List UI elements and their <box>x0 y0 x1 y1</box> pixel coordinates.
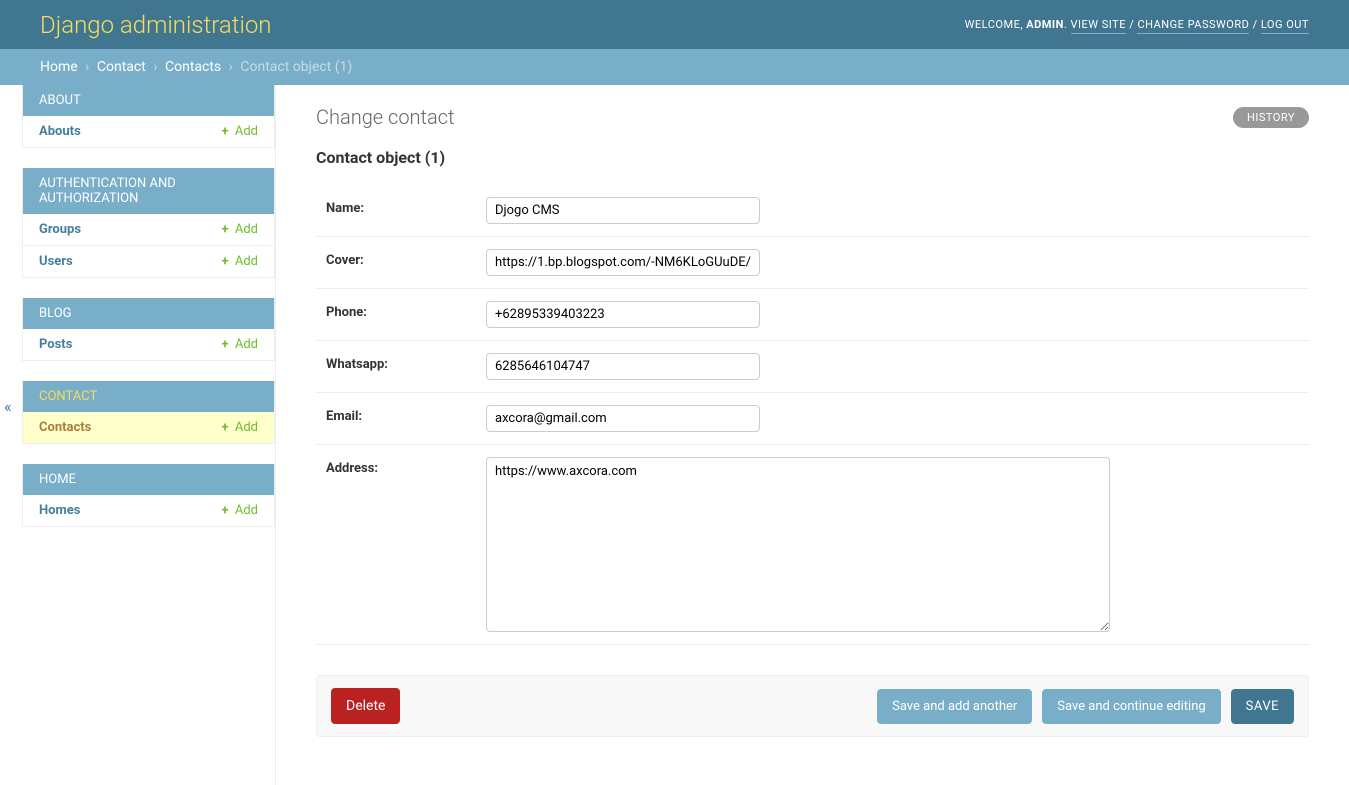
sidebar-item-posts: Posts + Add <box>23 329 274 360</box>
input-whatsapp[interactable] <box>486 353 760 380</box>
log-out-link[interactable]: LOG OUT <box>1261 18 1309 34</box>
sidebar-add-homes[interactable]: + Add <box>222 503 258 518</box>
welcome-text: WELCOME, <box>965 18 1023 31</box>
breadcrumb: Home › Contact › Contacts › Contact obje… <box>0 49 1349 85</box>
sidebar-add-abouts[interactable]: + Add <box>222 124 258 139</box>
content: Change contact HISTORY Contact object (1… <box>276 85 1349 785</box>
sidebar-add-posts[interactable]: + Add <box>222 337 258 352</box>
sidebar-add-contacts[interactable]: + Add <box>222 420 258 435</box>
input-name[interactable] <box>486 197 760 224</box>
sidebar-section-blog[interactable]: BLOG <box>23 298 274 329</box>
sidebar-item-groups: Groups + Add <box>23 214 274 246</box>
plus-icon: + <box>222 503 229 518</box>
sidebar-item-contacts: Contacts + Add <box>23 412 274 443</box>
sidebar-link-posts[interactable]: Posts <box>39 337 72 352</box>
sidebar-add-users[interactable]: + Add <box>222 254 258 269</box>
sidebar-link-contacts[interactable]: Contacts <box>39 420 91 435</box>
user-tools: WELCOME, ADMIN. VIEW SITE / CHANGE PASSW… <box>965 18 1309 31</box>
nav-sidebar: ABOUT Abouts + Add AUTHENTICATION AND AUTHO… <box>0 85 276 785</box>
save-button[interactable]: SAVE <box>1231 689 1294 724</box>
username: ADMIN <box>1026 18 1064 31</box>
save-continue-button[interactable]: Save and continue editing <box>1042 689 1220 724</box>
input-email[interactable] <box>486 405 760 432</box>
sidebar-link-users[interactable]: Users <box>39 254 73 269</box>
label-email: Email: <box>326 405 486 424</box>
object-title: Contact object (1) <box>316 148 1309 167</box>
sidebar-item-abouts: Abouts + Add <box>23 116 274 147</box>
plus-icon: + <box>222 420 229 435</box>
breadcrumb-current: Contact object (1) <box>240 59 352 75</box>
sidebar-add-groups[interactable]: + Add <box>222 222 258 237</box>
submit-row: Delete Save and add another Save and con… <box>316 675 1309 737</box>
toggle-sidebar-icon[interactable]: « <box>0 395 16 418</box>
sidebar-link-abouts[interactable]: Abouts <box>39 124 81 139</box>
save-add-another-button[interactable]: Save and add another <box>877 689 1032 724</box>
label-whatsapp: Whatsapp: <box>326 353 486 372</box>
label-name: Name: <box>326 197 486 216</box>
sidebar-item-homes: Homes + Add <box>23 495 274 526</box>
plus-icon: + <box>222 124 229 139</box>
sidebar-section-about[interactable]: ABOUT <box>23 85 274 116</box>
history-button[interactable]: HISTORY <box>1233 107 1309 128</box>
label-cover: Cover: <box>326 249 486 268</box>
sidebar-section-contact[interactable]: CONTACT <box>23 381 274 412</box>
change-password-link[interactable]: CHANGE PASSWORD <box>1137 18 1249 34</box>
sidebar-item-users: Users + Add <box>23 246 274 277</box>
label-address: Address: <box>326 457 486 476</box>
view-site-link[interactable]: VIEW SITE <box>1071 18 1126 34</box>
sidebar-link-homes[interactable]: Homes <box>39 503 80 518</box>
breadcrumb-model[interactable]: Contacts <box>165 59 221 75</box>
textarea-address[interactable] <box>486 457 1110 632</box>
input-cover[interactable] <box>486 249 760 276</box>
label-phone: Phone: <box>326 301 486 320</box>
plus-icon: + <box>222 254 229 269</box>
plus-icon: + <box>222 337 229 352</box>
breadcrumb-app[interactable]: Contact <box>97 59 146 75</box>
input-phone[interactable] <box>486 301 760 328</box>
plus-icon: + <box>222 222 229 237</box>
breadcrumb-home[interactable]: Home <box>40 59 78 75</box>
sidebar-section-home[interactable]: HOME <box>23 464 274 495</box>
sidebar-link-groups[interactable]: Groups <box>39 222 81 237</box>
delete-button[interactable]: Delete <box>331 688 400 724</box>
header-bar: Django administration WELCOME, ADMIN. VI… <box>0 0 1349 49</box>
site-title: Django administration <box>40 11 272 39</box>
sidebar-section-authentication-and-authorization[interactable]: AUTHENTICATION AND AUTHORIZATION <box>23 168 274 214</box>
